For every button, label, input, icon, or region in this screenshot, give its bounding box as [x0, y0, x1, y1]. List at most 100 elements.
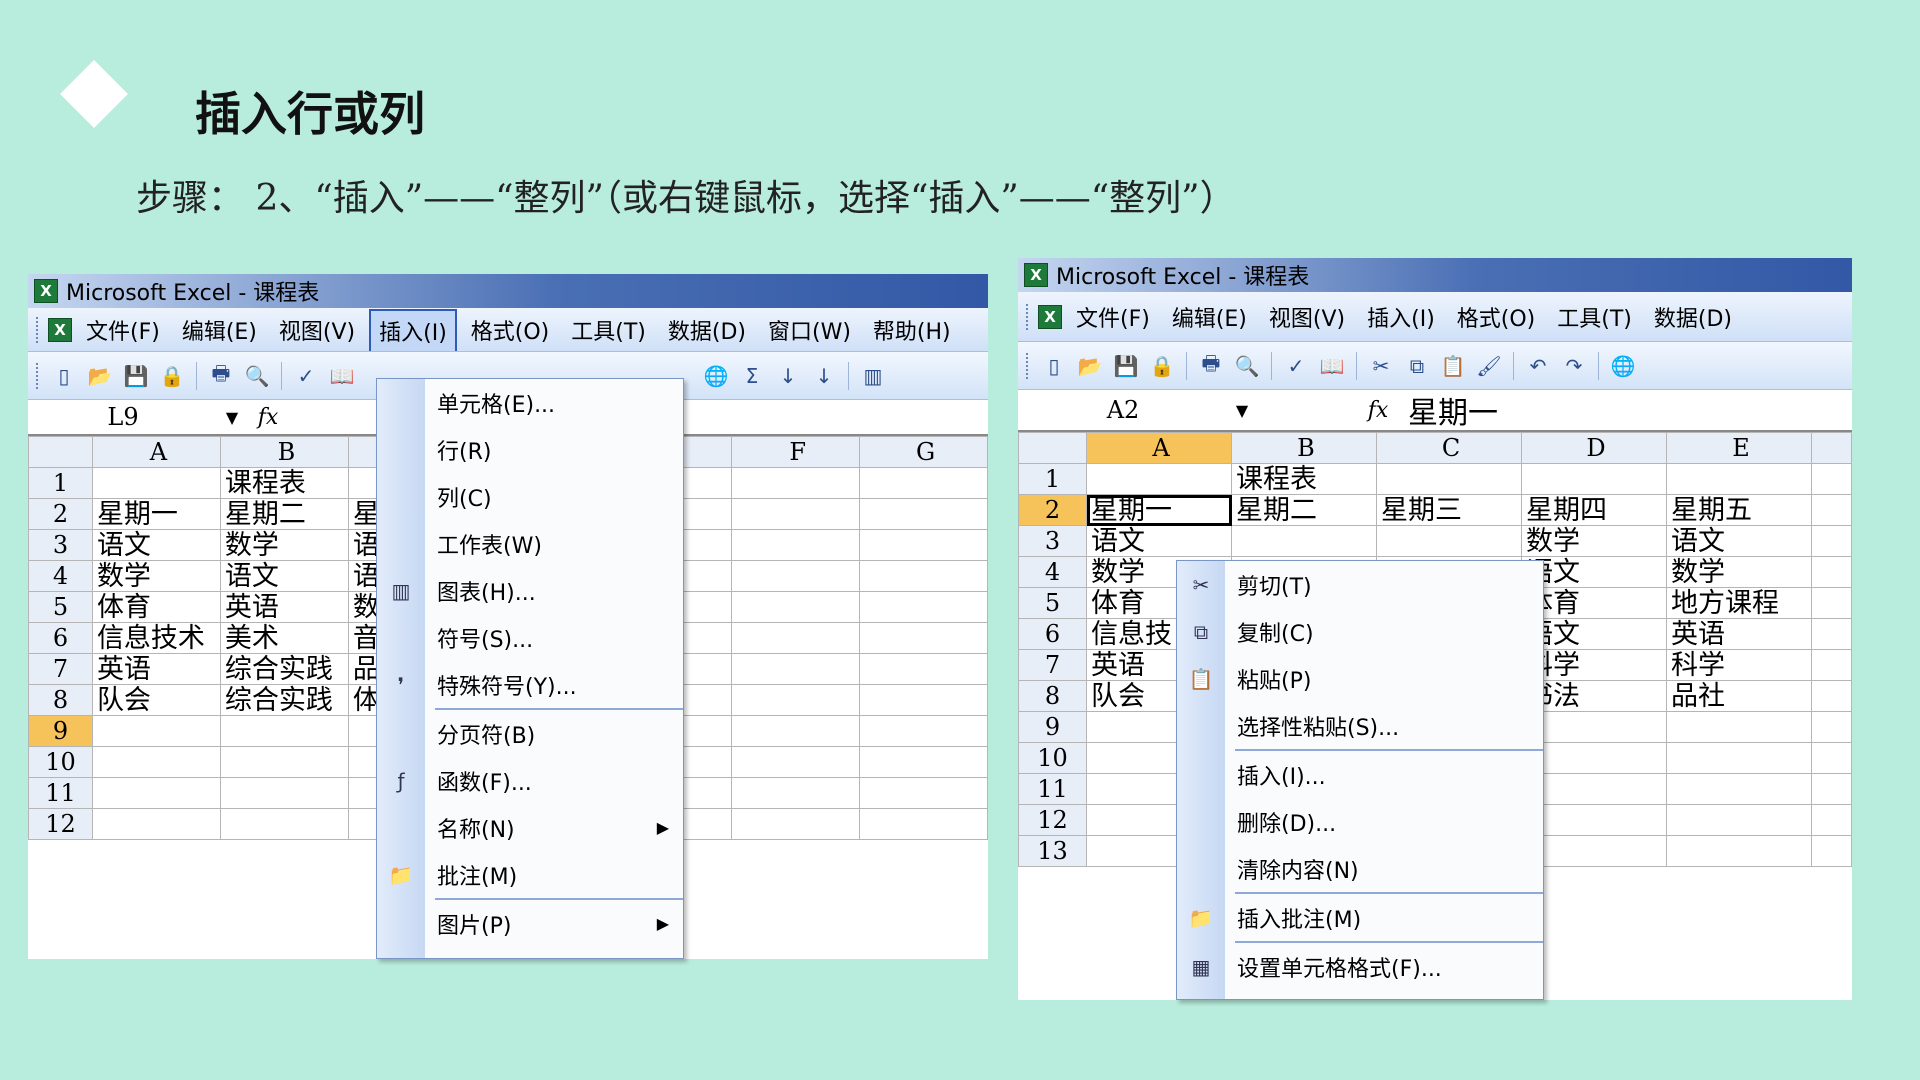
row-header-9[interactable]: 9: [28, 715, 93, 747]
cell-B6[interactable]: 美术: [219, 622, 349, 654]
cell-C2[interactable]: 星期三: [1376, 494, 1522, 526]
column-header-A[interactable]: A: [1086, 432, 1232, 464]
cell-F6[interactable]: [731, 622, 861, 654]
row-header-6[interactable]: 6: [28, 622, 93, 654]
toolbar-grip-icon[interactable]: [1026, 303, 1032, 330]
open-icon[interactable]: 📂: [1076, 352, 1104, 380]
row-header-13[interactable]: 13: [1018, 835, 1087, 867]
row-header-3[interactable]: 3: [28, 529, 93, 561]
menu-item-5[interactable]: 符号(S)...: [377, 614, 683, 661]
column-header-overflow[interactable]: [1811, 432, 1852, 464]
menu-item-2[interactable]: 列(C): [377, 473, 683, 520]
cell-F5[interactable]: [731, 591, 861, 623]
insert-function-icon[interactable]: fx: [1356, 398, 1400, 423]
cell-B7[interactable]: 综合实践: [219, 653, 349, 685]
cell-G6[interactable]: [859, 622, 988, 654]
new-icon[interactable]: ▯: [1040, 352, 1068, 380]
menu-5[interactable]: 工具(T): [1549, 297, 1640, 337]
cell-A1[interactable]: [91, 467, 221, 499]
cell-B5[interactable]: 英语: [219, 591, 349, 623]
cell-A2[interactable]: 星期一: [91, 498, 221, 530]
menu-item-7[interactable]: 分页符(B): [377, 710, 683, 757]
cell-B1[interactable]: 课程表: [1231, 463, 1377, 495]
spelling-icon[interactable]: ✓: [1282, 352, 1310, 380]
print-preview-icon[interactable]: 🔍: [243, 362, 271, 390]
cell-F1[interactable]: [731, 467, 861, 499]
cell-A5[interactable]: 体育: [91, 591, 221, 623]
cell-E11[interactable]: [1666, 773, 1812, 805]
sort-ascending-icon[interactable]: ↓: [774, 362, 802, 390]
cell-overflow[interactable]: [1811, 618, 1852, 650]
permission-icon[interactable]: 🔒: [158, 362, 186, 390]
column-header-C[interactable]: C: [1376, 432, 1522, 464]
cell-B8[interactable]: 综合实践: [219, 684, 349, 716]
corner-cell[interactable]: [28, 436, 93, 468]
column-header-A[interactable]: A: [91, 436, 221, 468]
name-box[interactable]: L9: [28, 402, 218, 432]
cell-F3[interactable]: [731, 529, 861, 561]
row-header-8[interactable]: 8: [28, 684, 93, 716]
cell-A12[interactable]: [91, 808, 221, 840]
menu-2[interactable]: 视图(V): [1261, 297, 1353, 337]
undo-icon[interactable]: ↶: [1524, 352, 1552, 380]
menu-1[interactable]: 编辑(E): [174, 310, 265, 350]
workbook-icon[interactable]: X: [48, 317, 72, 342]
menu-item-8[interactable]: ▦ 设置单元格格式(F)...: [1177, 943, 1543, 990]
toolbar-grip-icon[interactable]: [36, 362, 42, 389]
cell-F4[interactable]: [731, 560, 861, 592]
save-icon[interactable]: 💾: [122, 362, 150, 390]
menu-item-3[interactable]: 工作表(W): [377, 520, 683, 567]
cell-G9[interactable]: [859, 715, 988, 747]
cell-D2[interactable]: 星期四: [1521, 494, 1667, 526]
cell-E3[interactable]: 语文: [1666, 525, 1812, 557]
menu-item-10[interactable]: 📁 批注(M): [377, 851, 683, 898]
cell-A3[interactable]: 语文: [1086, 525, 1232, 557]
cell-G11[interactable]: [859, 777, 988, 809]
cell-G7[interactable]: [859, 653, 988, 685]
menu-7[interactable]: 窗口(W): [760, 310, 859, 350]
cell-E10[interactable]: [1666, 742, 1812, 774]
cell-overflow[interactable]: [1811, 835, 1852, 867]
cell-A4[interactable]: 数学: [91, 560, 221, 592]
row-header-9[interactable]: 9: [1018, 711, 1087, 743]
menu-3[interactable]: 插入(I): [369, 308, 457, 351]
row-header-2[interactable]: 2: [28, 498, 93, 530]
cell-F8[interactable]: [731, 684, 861, 716]
cell-A3[interactable]: 语文: [91, 529, 221, 561]
cell-G3[interactable]: [859, 529, 988, 561]
cell-A9[interactable]: [91, 715, 221, 747]
cell-E5[interactable]: 地方课程: [1666, 587, 1812, 619]
cell-B1[interactable]: 课程表: [219, 467, 349, 499]
cell-F9[interactable]: [731, 715, 861, 747]
cell-G12[interactable]: [859, 808, 988, 840]
print-preview-icon[interactable]: 🔍: [1233, 352, 1261, 380]
cell-overflow[interactable]: [1811, 463, 1852, 495]
cell-A7[interactable]: 英语: [91, 653, 221, 685]
cell-overflow[interactable]: [1811, 773, 1852, 805]
menu-4[interactable]: 格式(O): [463, 310, 557, 350]
copy-icon[interactable]: ⧉: [1403, 352, 1431, 380]
cell-B3[interactable]: [1231, 525, 1377, 557]
cell-B9[interactable]: [219, 715, 349, 747]
print-icon[interactable]: 🖶: [1197, 351, 1225, 380]
row-header-10[interactable]: 10: [1018, 742, 1087, 774]
row-header-11[interactable]: 11: [1018, 773, 1087, 805]
cell-A10[interactable]: [91, 746, 221, 778]
cell-overflow[interactable]: [1811, 587, 1852, 619]
cell-B2[interactable]: 星期二: [219, 498, 349, 530]
menu-item-9[interactable]: 名称(N) ▶: [377, 804, 683, 851]
cell-G10[interactable]: [859, 746, 988, 778]
row-header-1[interactable]: 1: [28, 467, 93, 499]
row-header-10[interactable]: 10: [28, 746, 93, 778]
row-header-7[interactable]: 7: [28, 653, 93, 685]
cell-E2[interactable]: 星期五: [1666, 494, 1812, 526]
menu-item-1[interactable]: ⧉ 复制(C): [1177, 608, 1543, 655]
toolbar-grip-icon[interactable]: [36, 316, 42, 343]
cell-G4[interactable]: [859, 560, 988, 592]
cell-G2[interactable]: [859, 498, 988, 530]
row-header-3[interactable]: 3: [1018, 525, 1087, 557]
cell-F11[interactable]: [731, 777, 861, 809]
column-header-F[interactable]: F: [731, 436, 861, 468]
cell-C1[interactable]: [1376, 463, 1522, 495]
row-header-5[interactable]: 5: [1018, 587, 1087, 619]
